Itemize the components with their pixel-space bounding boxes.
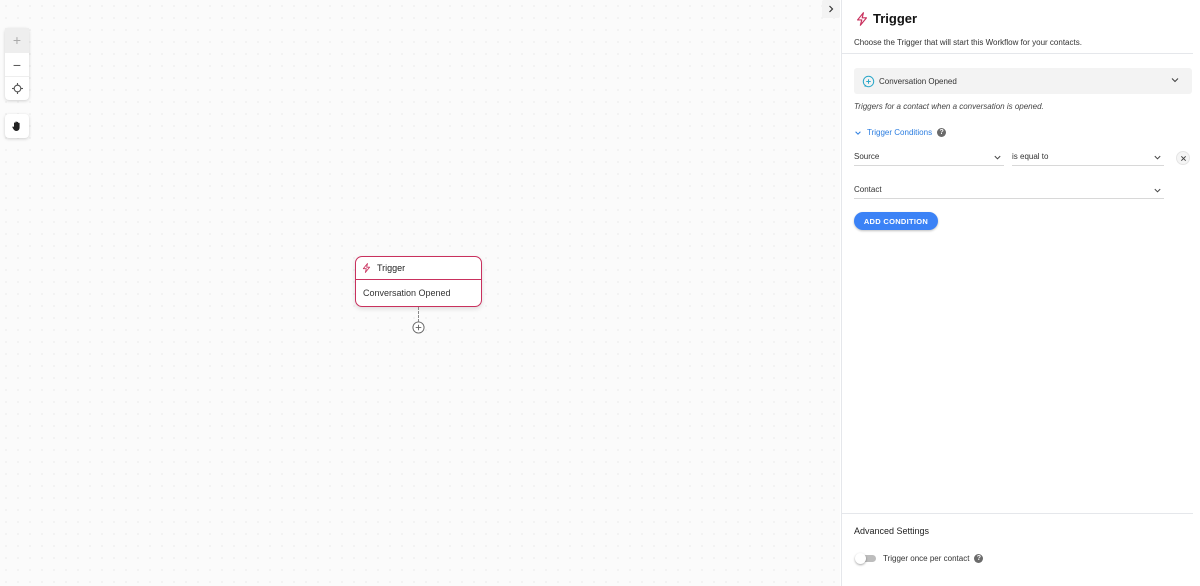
- remove-condition-button[interactable]: [1176, 151, 1190, 165]
- panel-title-text: Trigger: [873, 11, 918, 26]
- divider: [842, 513, 1193, 514]
- panel-subtitle: Choose the Trigger that will start this …: [854, 38, 1082, 47]
- trigger-once-toggle[interactable]: [855, 553, 876, 564]
- node-connector: [418, 307, 419, 322]
- zoom-controls: + −: [5, 28, 29, 100]
- zoom-out-button[interactable]: −: [5, 52, 29, 76]
- close-icon: [1180, 155, 1186, 161]
- trigger-description: Triggers for a contact when a conversati…: [854, 102, 1044, 111]
- chevron-down-icon: [1154, 188, 1161, 193]
- chevron-right-icon: [829, 5, 834, 13]
- pan-tool-button[interactable]: [5, 114, 29, 138]
- condition-field-value: Source: [854, 152, 880, 161]
- trigger-settings-panel: Trigger Choose the Trigger that will sta…: [841, 0, 1200, 586]
- trigger-type-select[interactable]: Conversation Opened: [854, 68, 1192, 94]
- hand-icon: [12, 121, 20, 131]
- condition-operator-select[interactable]: is equal to: [1012, 148, 1164, 166]
- condition-field-select[interactable]: Source: [854, 148, 1004, 166]
- chevron-down-icon: [1154, 155, 1161, 160]
- condition-operator-value: is equal to: [1012, 152, 1049, 161]
- trigger-conditions-label: Trigger Conditions: [867, 128, 933, 137]
- add-condition-button[interactable]: ADD CONDITION: [854, 212, 938, 230]
- trigger-type-value: Conversation Opened: [879, 76, 957, 86]
- trigger-conditions-toggle[interactable]: Trigger Conditions ?: [854, 128, 947, 137]
- divider: [842, 53, 1193, 54]
- plus-circle-icon[interactable]: [412, 321, 425, 334]
- zoom-in-button[interactable]: +: [5, 28, 29, 52]
- help-icon[interactable]: ?: [937, 128, 947, 137]
- workflow-canvas[interactable]: + − Trigger Conversation Opened: [0, 0, 840, 586]
- trigger-node-title: Trigger: [377, 263, 406, 273]
- trigger-node-body: Conversation Opened: [363, 288, 451, 298]
- trigger-once-label: Trigger once per contact ?: [883, 554, 984, 563]
- bolt-icon: [362, 263, 371, 273]
- chevron-down-icon: [855, 130, 861, 135]
- bolt-icon: [856, 11, 868, 26]
- help-icon[interactable]: ?: [974, 554, 984, 563]
- condition-value-select[interactable]: Contact: [854, 181, 1164, 199]
- collapse-panel-button[interactable]: [822, 0, 840, 18]
- chat-icon: [862, 75, 875, 87]
- trigger-once-text: Trigger once per contact: [883, 554, 970, 563]
- chevron-down-icon: [1171, 78, 1179, 83]
- condition-value-text: Contact: [854, 185, 882, 194]
- recenter-button[interactable]: [5, 76, 29, 100]
- trigger-node-header: Trigger: [356, 257, 481, 280]
- advanced-settings-title: Advanced Settings: [854, 526, 930, 536]
- panel-title: Trigger: [856, 11, 917, 26]
- chevron-down-icon: [994, 155, 1001, 160]
- trigger-node[interactable]: Trigger Conversation Opened: [355, 256, 482, 307]
- toggle-thumb: [855, 553, 866, 564]
- crosshair-icon: [11, 83, 23, 94]
